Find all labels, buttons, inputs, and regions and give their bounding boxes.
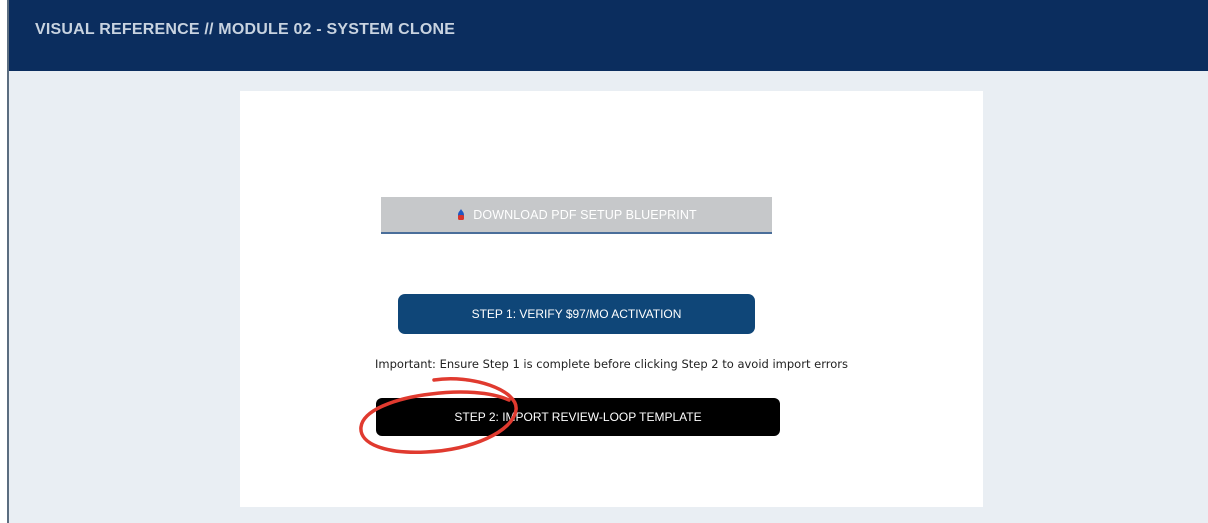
download-pdf-button[interactable]: DOWNLOAD PDF SETUP BLUEPRINT — [381, 197, 772, 234]
header-bar: VISUAL REFERENCE // MODULE 02 - SYSTEM C… — [9, 0, 1208, 71]
page-title: VISUAL REFERENCE // MODULE 02 - SYSTEM C… — [35, 21, 456, 38]
step1-verify-button[interactable]: STEP 1: VERIFY $97/MO ACTIVATION — [398, 294, 755, 334]
content-panel: DOWNLOAD PDF SETUP BLUEPRINT STEP 1: VER… — [240, 91, 983, 507]
step1-label: STEP 1: VERIFY $97/MO ACTIVATION — [471, 307, 682, 321]
important-note: Important: Ensure Step 1 is complete bef… — [375, 357, 848, 371]
download-icon — [456, 208, 466, 222]
page-frame: VISUAL REFERENCE // MODULE 02 - SYSTEM C… — [7, 0, 1208, 523]
step2-label: STEP 2: IMPORT REVIEW-LOOP TEMPLATE — [454, 410, 702, 424]
download-pdf-label: DOWNLOAD PDF SETUP BLUEPRINT — [473, 207, 697, 222]
step2-import-button[interactable]: STEP 2: IMPORT REVIEW-LOOP TEMPLATE — [376, 398, 780, 436]
